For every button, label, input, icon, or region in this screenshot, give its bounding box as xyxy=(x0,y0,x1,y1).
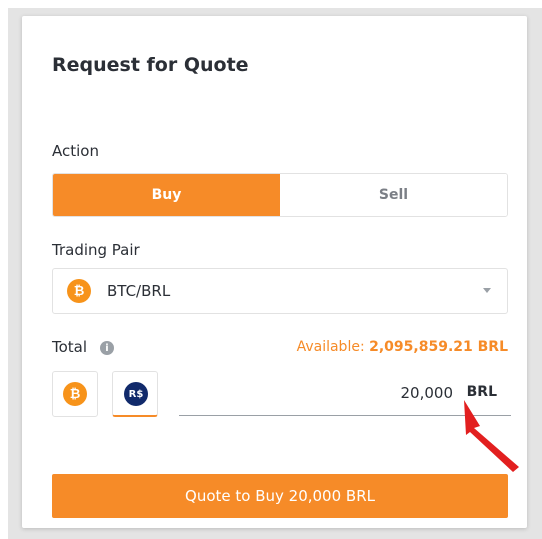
available-balance: Available: 2,095,859.21 BRL xyxy=(297,339,508,355)
bitcoin-icon: ₿ xyxy=(67,279,91,303)
chevron-down-icon xyxy=(483,288,491,293)
brl-icon: R$ xyxy=(124,382,148,406)
available-prefix: Available: xyxy=(296,339,365,355)
amount-input[interactable]: 20,000 BRL xyxy=(179,374,511,416)
quote-button[interactable]: Quote to Buy 20,000 BRL xyxy=(52,474,508,518)
screenshot-frame: Request for Quote Action Buy Sell Tradin… xyxy=(8,8,542,539)
total-label: Total xyxy=(52,338,88,356)
buy-button[interactable]: Buy xyxy=(53,174,280,216)
info-icon[interactable]: i xyxy=(100,341,114,355)
action-toggle: Buy Sell xyxy=(52,173,508,217)
brl-currency-button[interactable]: R$ xyxy=(112,371,158,417)
bitcoin-icon: ₿ xyxy=(63,382,87,406)
trading-pair-select[interactable]: ₿ BTC/BRL xyxy=(52,268,508,314)
amount-value: 20,000 xyxy=(400,384,454,402)
trading-pair-label: Trading Pair xyxy=(52,241,140,259)
available-amount: 2,095,859.21 BRL xyxy=(369,339,508,355)
action-label: Action xyxy=(52,142,99,160)
page-title: Request for Quote xyxy=(52,54,249,76)
trading-pair-value: BTC/BRL xyxy=(107,282,171,300)
bitcoin-currency-button[interactable]: ₿ xyxy=(52,371,98,417)
sell-button[interactable]: Sell xyxy=(280,174,507,216)
amount-unit: BRL xyxy=(466,384,497,400)
request-quote-card: Request for Quote Action Buy Sell Tradin… xyxy=(22,16,527,528)
